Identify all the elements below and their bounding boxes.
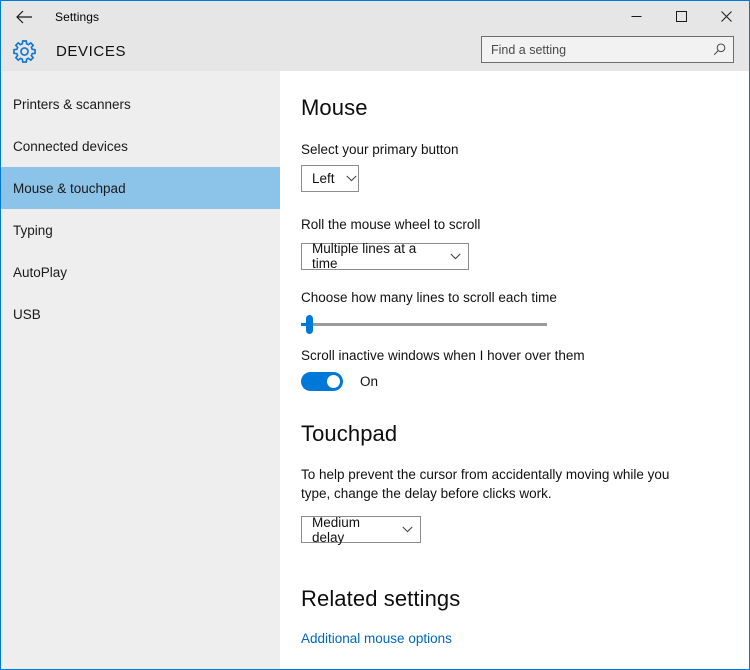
sidebar-item-label: Mouse & touchpad bbox=[13, 180, 126, 196]
slider-thumb[interactable] bbox=[306, 314, 313, 334]
toggle-knob bbox=[327, 374, 340, 388]
sidebar-item-connected-devices[interactable]: Connected devices bbox=[1, 125, 280, 167]
touchpad-delay-dropdown[interactable]: Medium delay bbox=[301, 514, 421, 545]
gear-icon bbox=[1, 39, 47, 64]
primary-button-label: Select your primary button bbox=[301, 142, 459, 157]
title-bar: Settings bbox=[1, 1, 749, 32]
wheel-scroll-label: Roll the mouse wheel to scroll bbox=[301, 217, 481, 232]
search-input[interactable] bbox=[482, 37, 705, 62]
scroll-inactive-toggle[interactable] bbox=[301, 371, 343, 391]
touchpad-heading: Touchpad bbox=[301, 420, 398, 446]
primary-button-value: Left bbox=[312, 171, 335, 186]
maximize-button[interactable] bbox=[659, 1, 704, 32]
sidebar-item-usb[interactable]: USB bbox=[1, 293, 280, 335]
sidebar-item-autoplay[interactable]: AutoPlay bbox=[1, 251, 280, 293]
chevron-down-icon bbox=[450, 253, 461, 260]
mouse-heading: Mouse bbox=[301, 95, 368, 120]
scroll-inactive-row: On bbox=[301, 371, 749, 391]
minimize-button[interactable] bbox=[614, 1, 659, 32]
lines-to-scroll-slider[interactable] bbox=[301, 313, 547, 335]
scroll-inactive-label: Scroll inactive windows when I hover ove… bbox=[301, 347, 585, 363]
sidebar-item-mouse-touchpad[interactable]: Mouse & touchpad bbox=[1, 167, 280, 209]
toggle-state-label: On bbox=[360, 373, 379, 389]
settings-window: Settings DEVICES Find a setting Printers… bbox=[0, 0, 750, 670]
window-title: Settings bbox=[55, 9, 100, 24]
sidebar-item-label: AutoPlay bbox=[13, 264, 68, 280]
back-button[interactable] bbox=[1, 1, 47, 32]
sidebar-item-printers-scanners[interactable]: Printers & scanners bbox=[1, 83, 280, 125]
sidebar-item-typing[interactable]: Typing bbox=[1, 209, 280, 251]
sidebar-item-label: Printers & scanners bbox=[13, 96, 131, 112]
body: Printers & scanners Connected devices Mo… bbox=[1, 71, 749, 669]
sidebar-item-label: USB bbox=[13, 306, 41, 322]
close-button[interactable] bbox=[704, 1, 749, 32]
app-header: DEVICES bbox=[1, 32, 749, 71]
search-icon[interactable] bbox=[705, 42, 733, 57]
chevron-down-icon bbox=[402, 526, 413, 533]
back-arrow-icon bbox=[15, 10, 33, 24]
related-settings-heading: Related settings bbox=[301, 586, 461, 611]
lines-slider-label: Choose how many lines to scroll each tim… bbox=[301, 289, 557, 305]
search-box[interactable] bbox=[481, 36, 734, 63]
chevron-down-icon bbox=[345, 175, 357, 182]
page-title: DEVICES bbox=[56, 43, 127, 60]
minimize-icon bbox=[631, 11, 642, 22]
wheel-scroll-value: Multiple lines at a time bbox=[312, 241, 417, 271]
additional-mouse-options-link[interactable]: Additional mouse options bbox=[301, 631, 452, 646]
touchpad-delay-value: Medium delay bbox=[312, 514, 361, 545]
content-panel: Mouse Select your primary button Left Ro… bbox=[280, 71, 749, 669]
touchpad-description: To help prevent the cursor from accident… bbox=[301, 466, 670, 501]
maximize-icon bbox=[676, 11, 687, 22]
close-icon bbox=[721, 11, 732, 22]
sidebar-item-label: Typing bbox=[13, 222, 53, 238]
window-controls bbox=[614, 1, 749, 32]
slider-track[interactable] bbox=[301, 322, 547, 326]
sidebar-item-label: Connected devices bbox=[13, 138, 128, 154]
primary-button-dropdown[interactable]: Left bbox=[301, 165, 359, 192]
wheel-scroll-dropdown[interactable]: Multiple lines at a time bbox=[301, 241, 469, 271]
sidebar: Printers & scanners Connected devices Mo… bbox=[1, 71, 280, 669]
